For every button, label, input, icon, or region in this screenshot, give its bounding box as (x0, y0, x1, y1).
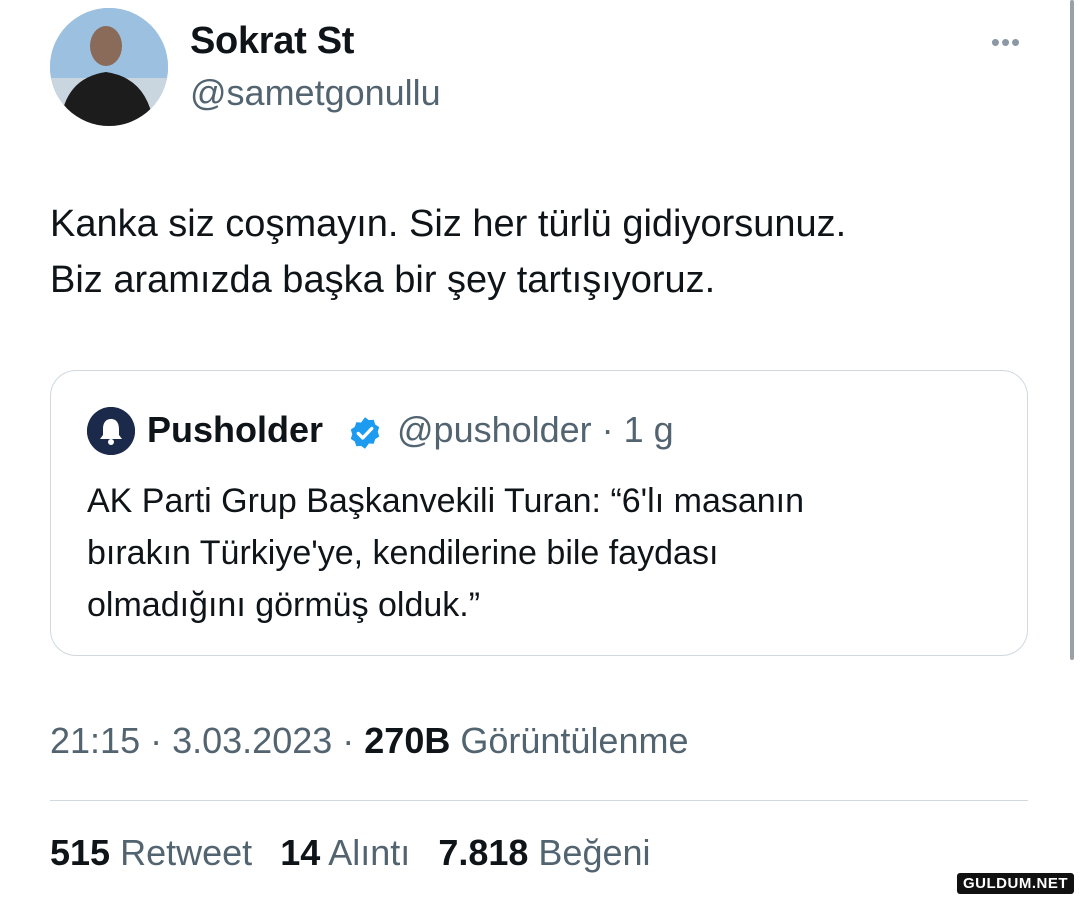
scrollbar[interactable] (1070, 0, 1074, 660)
likes-count: 7.818 (438, 832, 529, 873)
author-handle[interactable]: @sametgonullu (190, 72, 441, 114)
views-count: 270B (364, 720, 451, 761)
more-horizontal-icon: ••• (990, 27, 1022, 57)
views-label: Görüntülenme (460, 720, 689, 761)
separator-dot: · (342, 720, 365, 761)
avatar-image (50, 8, 168, 126)
retweets-label: Retweet (120, 832, 253, 873)
divider (50, 800, 1028, 801)
quoted-tweet-card[interactable]: Pusholder @pusholder · 1 g AK Parti Grup… (50, 370, 1028, 656)
engagement-stats: 515 Retweet 14 Alıntı 7.818 Beğeni (50, 832, 669, 874)
tweet-text: Kanka siz coşmayın. Siz her türlü gidiyo… (50, 203, 847, 301)
watermark: GULDUM.NET (957, 873, 1074, 894)
author-display-name[interactable]: Sokrat St (190, 20, 354, 63)
quotes-count: 14 (280, 832, 321, 873)
tweet-date[interactable]: 3.03.2023 (172, 720, 332, 761)
author-avatar[interactable] (50, 8, 168, 126)
retweets-stat[interactable]: 515 Retweet (50, 832, 262, 873)
more-options-button[interactable]: ••• (986, 28, 1026, 56)
likes-label: Beğeni (538, 832, 651, 873)
likes-stat[interactable]: 7.818 Beğeni (438, 832, 650, 873)
quoted-tweet-text: AK Parti Grup Başkanvekili Turan: “6'lı … (87, 482, 805, 624)
quoted-author-name[interactable]: Pusholder (147, 409, 323, 451)
quoted-author-avatar[interactable] (87, 407, 135, 455)
quotes-stat[interactable]: 14 Alıntı (280, 832, 420, 873)
separator-dot: · (150, 720, 173, 761)
quotes-label: Alıntı (328, 832, 411, 873)
tweet-meta: 21:15 · 3.03.2023 · 270B Görüntülenme (50, 720, 689, 762)
quoted-author-handle-time[interactable]: @pusholder · 1 g (397, 409, 674, 451)
retweets-count: 515 (50, 832, 111, 873)
tweet-time[interactable]: 21:15 (50, 720, 140, 761)
verified-badge-icon (350, 417, 380, 449)
bell-icon (87, 407, 135, 455)
